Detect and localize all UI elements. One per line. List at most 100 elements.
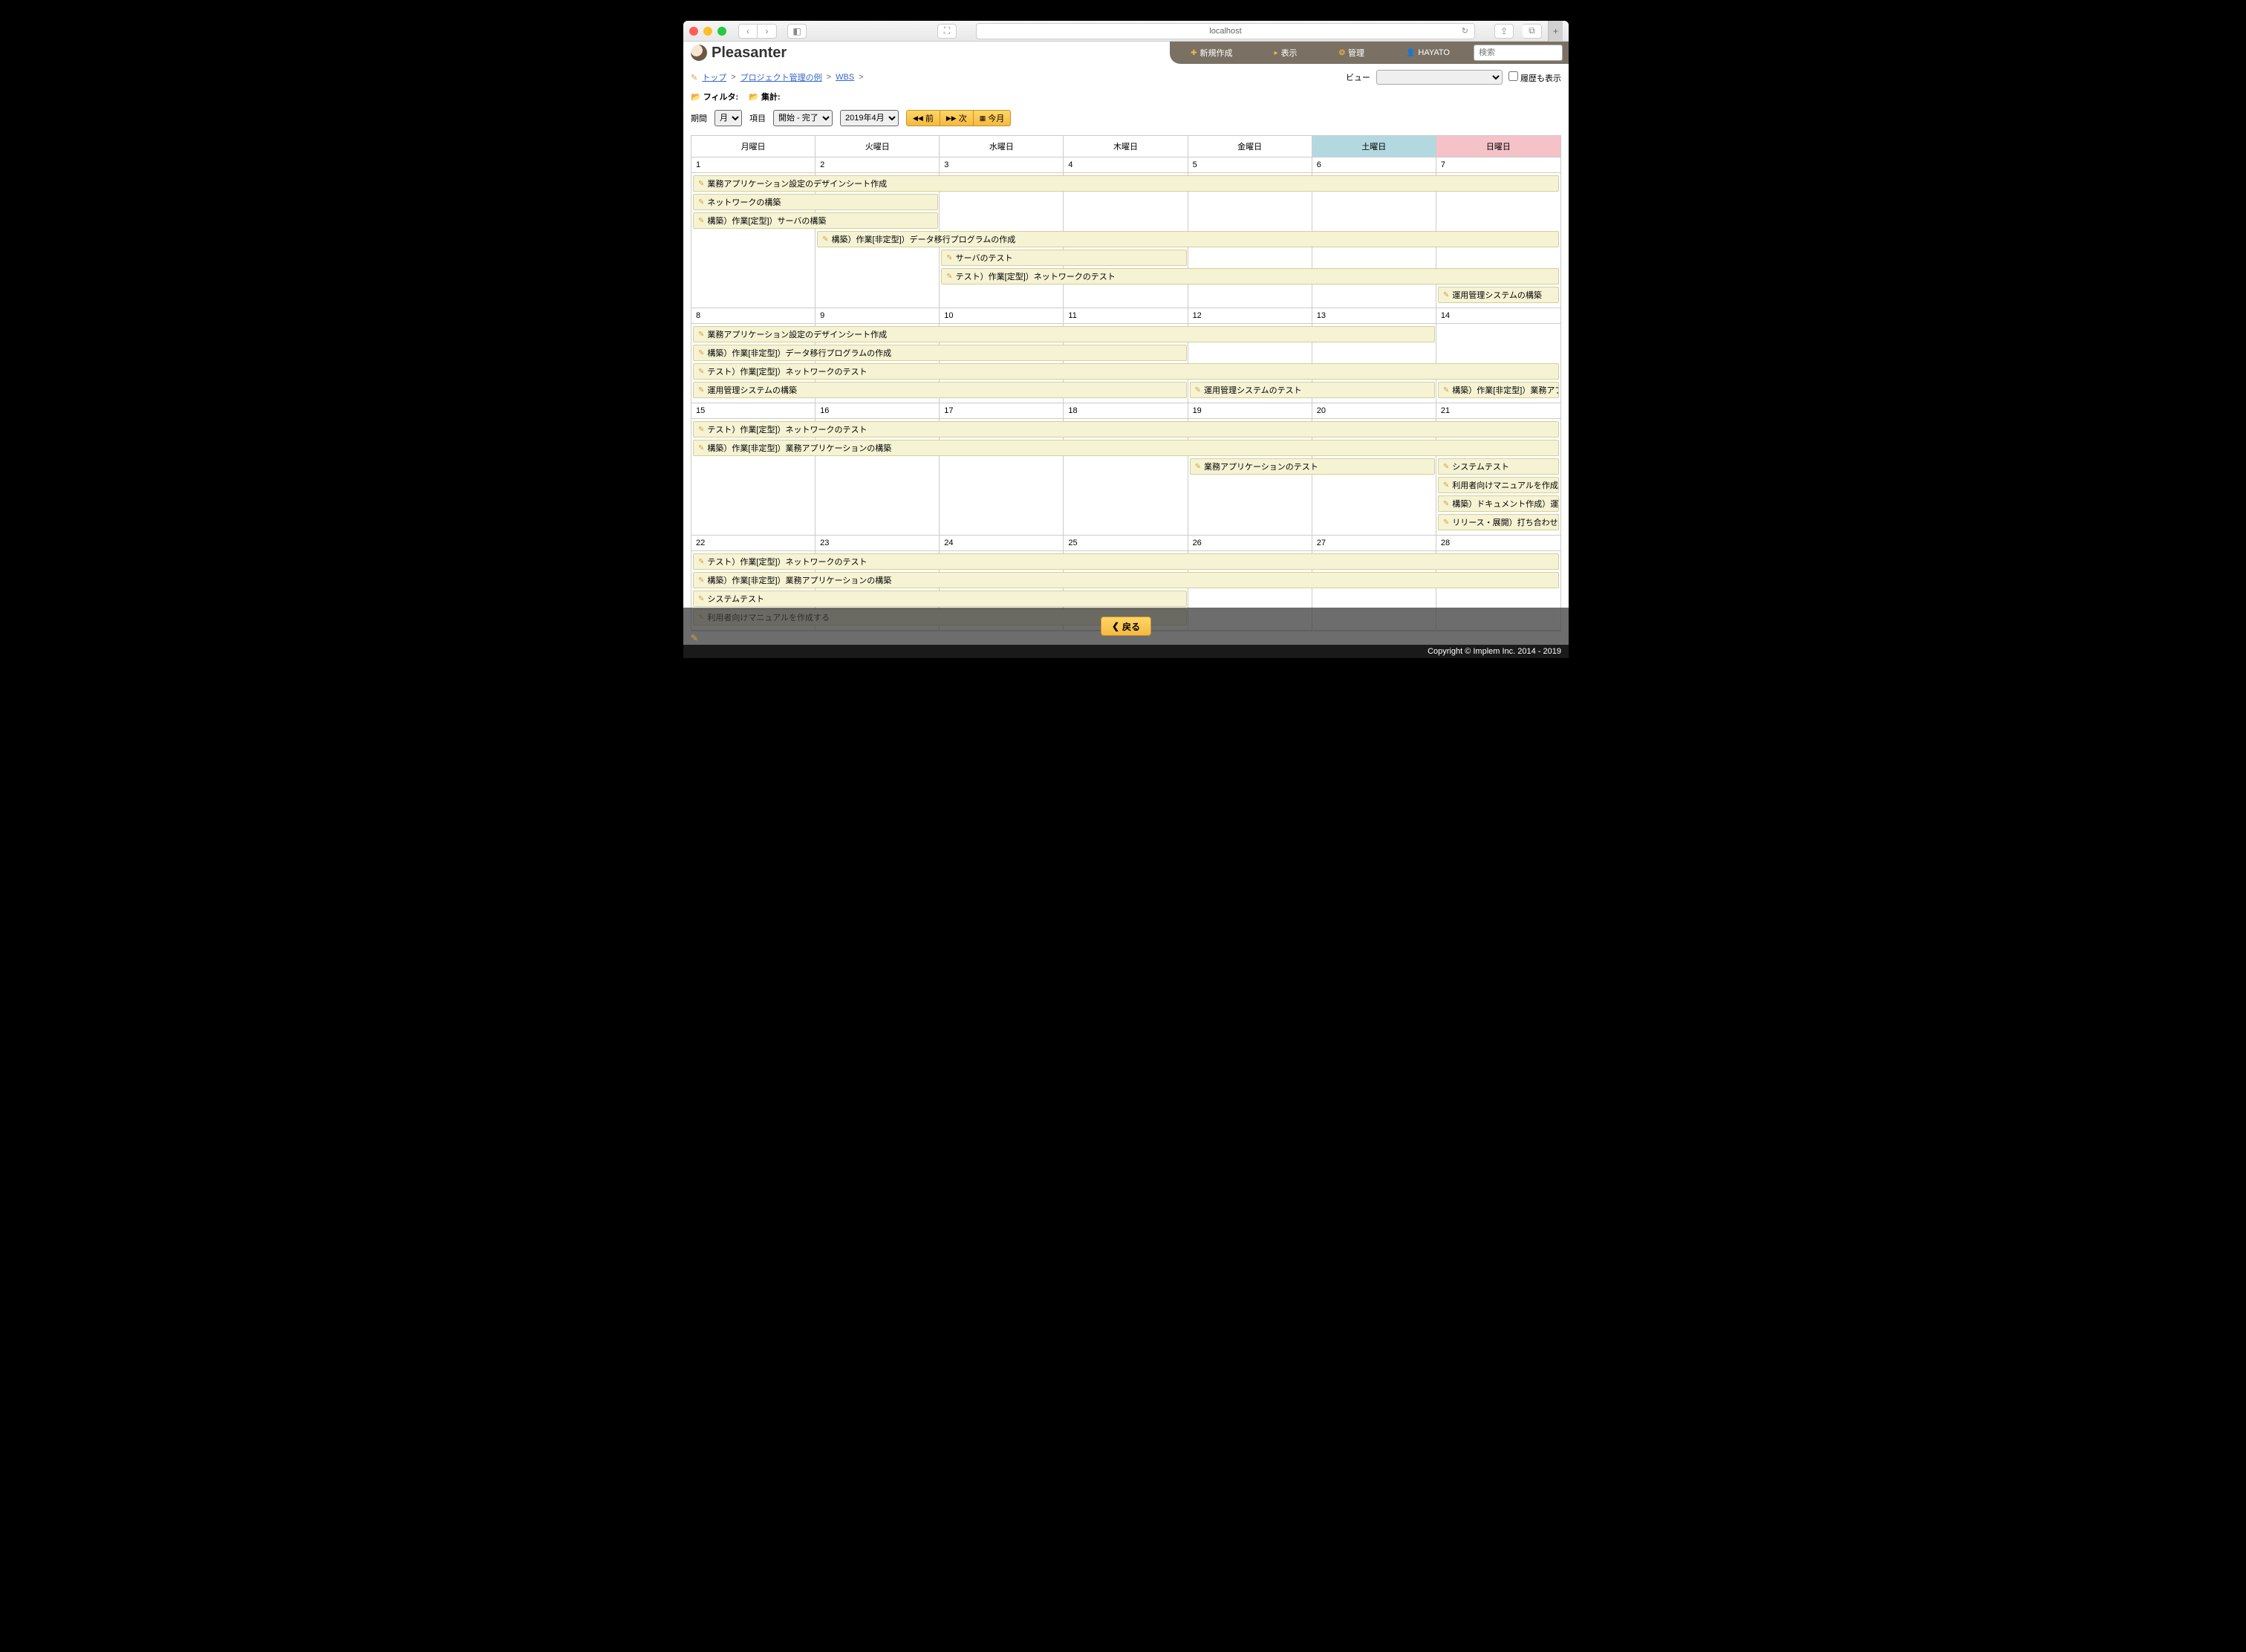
pencil-icon: ✎ xyxy=(1195,386,1201,394)
window-minimize[interactable] xyxy=(703,27,712,36)
fullscreen-icon[interactable]: ⛶ xyxy=(937,24,957,39)
nav-manage[interactable]: ❂管理 xyxy=(1318,42,1385,64)
history-checkbox[interactable] xyxy=(1508,71,1518,81)
today-button[interactable]: ▦今月 xyxy=(974,110,1012,126)
tabs-icon[interactable]: ⧉ xyxy=(1523,24,1542,39)
date-cell[interactable]: 25 xyxy=(1064,536,1188,551)
date-cell[interactable]: 8 xyxy=(691,308,816,324)
task-bar[interactable]: ✎サーバのテスト xyxy=(941,250,1186,266)
breadcrumb-wbs[interactable]: WBS xyxy=(836,73,854,82)
date-cell[interactable]: 22 xyxy=(691,536,816,551)
date-cell[interactable]: 24 xyxy=(940,536,1064,551)
task-bar[interactable]: ✎構築）作業[非定型]）業務アプリケーションの構築 xyxy=(693,440,1559,456)
date-cell[interactable]: 15 xyxy=(691,403,816,419)
date-cell[interactable]: 27 xyxy=(1312,536,1436,551)
edit-icon[interactable]: ✎ xyxy=(683,631,706,645)
date-cell[interactable]: 13 xyxy=(1312,308,1436,324)
item-select[interactable]: 開始 - 完了 xyxy=(773,110,833,126)
agg-label[interactable]: 集計: xyxy=(761,93,781,102)
date-cell[interactable]: 28 xyxy=(1436,536,1560,551)
pencil-icon: ✎ xyxy=(1195,463,1201,471)
search-input[interactable] xyxy=(1474,45,1563,61)
nav-forward[interactable]: › xyxy=(758,24,777,39)
history-checkbox-label[interactable]: 履歴も表示 xyxy=(1508,71,1561,84)
task-label: 業務アプリケーション設定のデザインシート作成 xyxy=(707,178,887,189)
task-bar[interactable]: ✎業務アプリケーション設定のデザインシート作成 xyxy=(693,326,1435,342)
breadcrumb-project[interactable]: プロジェクト管理の例 xyxy=(740,71,822,83)
nav-back[interactable]: ‹ xyxy=(738,24,758,39)
date-cell[interactable]: 19 xyxy=(1188,403,1312,419)
task-bar[interactable]: ✎構築）ドキュメント作成）運用 xyxy=(1438,495,1559,512)
task-bar[interactable]: ✎ネットワークの構築 xyxy=(693,194,938,210)
task-bar[interactable]: ✎業務アプリケーションのテスト xyxy=(1190,458,1435,475)
dow-header: 金曜日 xyxy=(1188,136,1312,157)
nav-new[interactable]: ✚新規作成 xyxy=(1170,42,1253,64)
filter-label[interactable]: フィルタ: xyxy=(703,93,738,102)
view-select[interactable] xyxy=(1376,70,1503,85)
period-select[interactable]: 月 xyxy=(715,110,742,126)
task-bar[interactable]: ✎構築）作業[非定型]）データ移行プログラムの作成 xyxy=(693,345,1187,361)
window-zoom[interactable] xyxy=(717,27,726,36)
url-text: localhost xyxy=(1209,27,1241,36)
task-bar[interactable]: ✎運用管理システムの構築 xyxy=(1438,287,1559,303)
browser-titlebar: ‹ › ◧ ⛶ localhost ↻ ⇪ ⧉ + xyxy=(683,21,1569,42)
pencil-icon: ✎ xyxy=(698,426,704,434)
task-bar[interactable]: ✎リリース・展開）打ち合わせ） xyxy=(1438,514,1559,530)
date-cell[interactable]: 6 xyxy=(1312,157,1436,173)
back-button[interactable]: ❮戻る xyxy=(1101,617,1151,636)
share-icon[interactable]: ⇪ xyxy=(1494,24,1514,39)
task-label: 構築）作業[非定型]）データ移行プログラムの作成 xyxy=(707,347,891,359)
url-bar[interactable]: localhost ↻ xyxy=(976,23,1475,39)
folder-icon: 📂 xyxy=(749,93,759,102)
task-bar[interactable]: ✎テスト）作業[定型]）ネットワークのテスト xyxy=(693,421,1559,438)
task-bar[interactable]: ✎運用管理システムの構築 xyxy=(693,382,1187,398)
copyright: Copyright © Implem Inc. 2014 - 2019 xyxy=(683,645,1569,658)
month-select[interactable]: 2019年4月 xyxy=(840,110,899,126)
task-bar[interactable]: ✎構築）作業[非定型]）業務アプリケーションの構築 xyxy=(693,572,1559,588)
date-cell[interactable]: 12 xyxy=(1188,308,1312,324)
prev-button[interactable]: ◀◀前 xyxy=(906,110,940,126)
breadcrumb-top[interactable]: トップ xyxy=(702,71,726,83)
task-label: 運用管理システムの構築 xyxy=(1452,289,1542,301)
date-cell[interactable]: 3 xyxy=(940,157,1064,173)
sidebar-toggle[interactable]: ◧ xyxy=(787,24,807,39)
pencil-icon: ✎ xyxy=(698,386,704,394)
date-cell[interactable]: 18 xyxy=(1064,403,1188,419)
date-cell[interactable]: 23 xyxy=(816,536,940,551)
task-bar[interactable]: ✎システムテスト xyxy=(1438,458,1559,475)
date-cell[interactable]: 20 xyxy=(1312,403,1436,419)
task-bar[interactable]: ✎構築）作業[非定型]）業務アプ xyxy=(1438,382,1559,398)
task-bar[interactable]: ✎テスト）作業[定型]）ネットワークのテスト xyxy=(693,553,1559,570)
date-cell[interactable]: 10 xyxy=(940,308,1064,324)
date-cell[interactable]: 17 xyxy=(940,403,1064,419)
dow-header: 土曜日 xyxy=(1312,136,1436,157)
task-bar[interactable]: ✎システムテスト xyxy=(693,591,1187,607)
task-bar[interactable]: ✎テスト）作業[定型]）ネットワークのテスト xyxy=(693,363,1559,380)
date-cell[interactable]: 5 xyxy=(1188,157,1312,173)
date-cell[interactable]: 9 xyxy=(816,308,940,324)
task-bar[interactable]: ✎業務アプリケーション設定のデザインシート作成 xyxy=(693,175,1559,192)
date-cell[interactable]: 21 xyxy=(1436,403,1560,419)
task-bar[interactable]: ✎構築）作業[定型]）サーバの構築 xyxy=(693,212,938,229)
pencil-icon: ✎ xyxy=(698,558,704,566)
next-button[interactable]: ▶▶次 xyxy=(940,110,974,126)
date-cell[interactable]: 2 xyxy=(816,157,940,173)
window-close[interactable] xyxy=(689,27,698,36)
date-cell[interactable]: 26 xyxy=(1188,536,1312,551)
date-cell[interactable]: 11 xyxy=(1064,308,1188,324)
date-cell[interactable]: 16 xyxy=(816,403,940,419)
pencil-icon: ✎ xyxy=(822,235,828,244)
task-bar[interactable]: ✎運用管理システムのテスト xyxy=(1190,382,1435,398)
nav-view[interactable]: ▸表示 xyxy=(1254,42,1318,64)
nav-user[interactable]: 👤HAYATO xyxy=(1385,42,1471,64)
task-bar[interactable]: ✎構築）作業[非定型]）データ移行プログラムの作成 xyxy=(817,231,1559,247)
reload-icon[interactable]: ↻ xyxy=(1462,26,1468,36)
date-cell[interactable]: 7 xyxy=(1436,157,1560,173)
app-logo[interactable]: Pleasanter xyxy=(691,45,787,62)
date-cell[interactable]: 1 xyxy=(691,157,816,173)
new-tab[interactable]: + xyxy=(1548,21,1563,42)
task-bar[interactable]: ✎テスト）作業[定型]）ネットワークのテスト xyxy=(941,268,1559,284)
date-cell[interactable]: 4 xyxy=(1064,157,1188,173)
task-bar[interactable]: ✎利用者向けマニュアルを作成する xyxy=(1438,477,1559,493)
date-cell[interactable]: 14 xyxy=(1436,308,1560,324)
